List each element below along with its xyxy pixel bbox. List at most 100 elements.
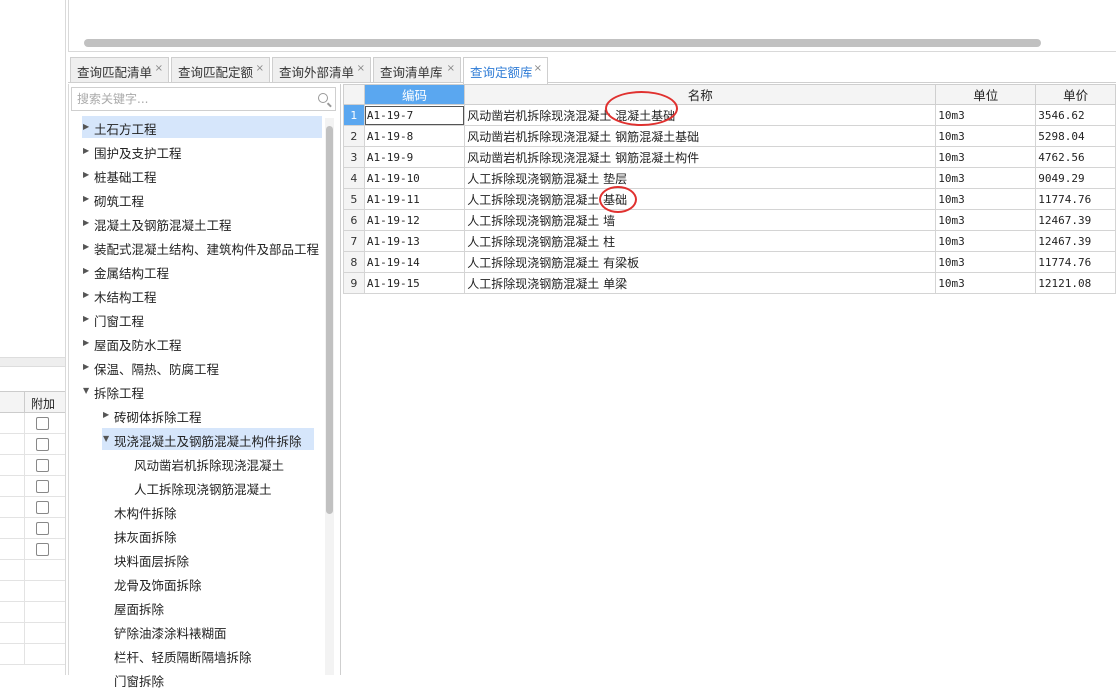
table-row[interactable]: 1 A1-19-7 风动凿岩机拆除现浇混凝土 混凝土基础 10m3 3546.62	[343, 104, 1116, 126]
search-icon[interactable]	[318, 93, 328, 103]
tree-scrollbar-thumb[interactable]	[326, 126, 333, 514]
cell-code[interactable]: A1-19-10	[363, 167, 466, 189]
attach-checkbox[interactable]	[36, 417, 49, 430]
close-icon[interactable]: ×	[155, 63, 163, 74]
cell-unit[interactable]: 10m3	[935, 188, 1037, 210]
tree-item[interactable]: ▶ 装配式混凝土结构、建筑构件及部品工程	[82, 236, 323, 258]
tree-item[interactable]: ▶ 砖砌体拆除工程	[102, 404, 206, 426]
tree-item[interactable]: 门窗拆除	[102, 668, 168, 690]
caret-right-icon[interactable]: ▶	[83, 170, 89, 179]
cell-price[interactable]: 12467.39	[1035, 209, 1116, 231]
cell-name[interactable]: 人工拆除现浇钢筋混凝土 柱	[464, 230, 937, 252]
cell-name[interactable]: 风动凿岩机拆除现浇混凝土 混凝土基础	[464, 104, 937, 126]
tree-item[interactable]: 铲除油漆涂料裱糊面	[102, 620, 231, 642]
attach-checkbox[interactable]	[36, 480, 49, 493]
caret-right-icon[interactable]: ▶	[83, 290, 89, 299]
cell-name[interactable]: 风动凿岩机拆除现浇混凝土 钢筋混凝土构件	[464, 146, 937, 168]
column-header-code[interactable]: 编码	[363, 84, 466, 105]
cell-code[interactable]: A1-19-8	[363, 125, 466, 147]
tab-query-quota-library[interactable]: 查询定额库 ×	[463, 57, 548, 84]
cell-name[interactable]: 人工拆除现浇钢筋混凝土 有梁板	[464, 251, 937, 273]
column-header-price[interactable]: 单价	[1035, 84, 1116, 105]
tree-item[interactable]: 龙骨及饰面拆除	[102, 572, 206, 594]
row-number[interactable]: 5	[343, 188, 365, 210]
attach-checkbox[interactable]	[36, 522, 49, 535]
caret-right-icon[interactable]: ▶	[83, 218, 89, 227]
tree-item[interactable]: 栏杆、轻质隔断隔墙拆除	[102, 644, 256, 666]
cell-code[interactable]: A1-19-7	[363, 104, 466, 126]
row-number[interactable]: 2	[343, 125, 365, 147]
tree-item[interactable]: ▶ 砌筑工程	[82, 188, 148, 210]
close-icon[interactable]: ×	[256, 63, 264, 74]
caret-down-icon[interactable]: ▼	[83, 386, 89, 395]
cell-unit[interactable]: 10m3	[935, 209, 1037, 231]
cell-unit[interactable]: 10m3	[935, 104, 1037, 126]
row-number[interactable]: 3	[343, 146, 365, 168]
attach-checkbox[interactable]	[36, 438, 49, 451]
cell-price[interactable]: 5298.04	[1035, 125, 1116, 147]
attach-checkbox[interactable]	[36, 543, 49, 556]
table-row[interactable]: 8 A1-19-14 人工拆除现浇钢筋混凝土 有梁板 10m3 11774.76	[343, 251, 1116, 273]
row-number[interactable]: 7	[343, 230, 365, 252]
cell-unit[interactable]: 10m3	[935, 167, 1037, 189]
caret-right-icon[interactable]: ▶	[83, 122, 89, 131]
row-number[interactable]: 8	[343, 251, 365, 273]
cell-price[interactable]: 12467.39	[1035, 230, 1116, 252]
cell-price[interactable]: 12121.08	[1035, 272, 1116, 294]
tree-item[interactable]: ▶ 保温、隔热、防腐工程	[82, 356, 223, 378]
row-number[interactable]: 6	[343, 209, 365, 231]
cell-unit[interactable]: 10m3	[935, 146, 1037, 168]
cell-code[interactable]: A1-19-15	[363, 272, 466, 294]
tree-item[interactable]: 木构件拆除	[102, 500, 181, 522]
tab-query-match-quota[interactable]: 查询匹配定额 ×	[171, 57, 270, 82]
caret-down-icon[interactable]: ▼	[103, 434, 109, 443]
table-row[interactable]: 9 A1-19-15 人工拆除现浇钢筋混凝土 单梁 10m3 12121.08	[343, 272, 1116, 294]
cell-unit[interactable]: 10m3	[935, 125, 1037, 147]
cell-code[interactable]: A1-19-13	[363, 230, 466, 252]
cell-name[interactable]: 人工拆除现浇钢筋混凝土 墙	[464, 209, 937, 231]
horizontal-scrollbar-thumb[interactable]	[84, 39, 1041, 47]
cell-code[interactable]: A1-19-9	[363, 146, 466, 168]
attach-checkbox[interactable]	[36, 501, 49, 514]
caret-right-icon[interactable]: ▶	[83, 362, 89, 371]
caret-right-icon[interactable]: ▶	[83, 242, 89, 251]
tree-item[interactable]: ▶ 门窗工程	[82, 308, 148, 330]
cell-unit[interactable]: 10m3	[935, 272, 1037, 294]
cell-code[interactable]: A1-19-14	[363, 251, 466, 273]
tree-item[interactable]: 风动凿岩机拆除现浇混凝土	[122, 452, 288, 474]
table-row[interactable]: 6 A1-19-12 人工拆除现浇钢筋混凝土 墙 10m3 12467.39	[343, 209, 1116, 231]
table-row[interactable]: 4 A1-19-10 人工拆除现浇钢筋混凝土 垫层 10m3 9049.29	[343, 167, 1116, 189]
caret-right-icon[interactable]: ▶	[83, 146, 89, 155]
table-row[interactable]: 3 A1-19-9 风动凿岩机拆除现浇混凝土 钢筋混凝土构件 10m3 4762.56	[343, 146, 1116, 168]
tree-item[interactable]: ▶ 桩基础工程	[82, 164, 161, 186]
cell-unit[interactable]: 10m3	[935, 251, 1037, 273]
table-row[interactable]: 7 A1-19-13 人工拆除现浇钢筋混凝土 柱 10m3 12467.39	[343, 230, 1116, 252]
tree-item[interactable]: ▼ 拆除工程	[82, 380, 148, 402]
caret-right-icon[interactable]: ▶	[83, 266, 89, 275]
tree-item[interactable]: 抹灰面拆除	[102, 524, 181, 546]
tree-item[interactable]: ▼ 现浇混凝土及钢筋混凝土构件拆除	[102, 428, 314, 450]
caret-right-icon[interactable]: ▶	[83, 314, 89, 323]
cell-price[interactable]: 11774.76	[1035, 251, 1116, 273]
tree-item[interactable]: ▶ 混凝土及钢筋混凝土工程	[82, 212, 236, 234]
tree-item[interactable]: ▶ 屋面及防水工程	[82, 332, 186, 354]
cell-name[interactable]: 人工拆除现浇钢筋混凝土 单梁	[464, 272, 937, 294]
row-number[interactable]: 4	[343, 167, 365, 189]
caret-right-icon[interactable]: ▶	[83, 194, 89, 203]
cell-name[interactable]: 风动凿岩机拆除现浇混凝土 钢筋混凝土基础	[464, 125, 937, 147]
tree-item[interactable]: ▶ 围护及支护工程	[82, 140, 186, 162]
tree-item[interactable]: 屋面拆除	[102, 596, 168, 618]
row-number[interactable]: 9	[343, 272, 365, 294]
tree-item[interactable]: ▶ 土石方工程	[82, 116, 322, 138]
table-row[interactable]: 5 A1-19-11 人工拆除现浇钢筋混凝土 基础 10m3 11774.76	[343, 188, 1116, 210]
row-number[interactable]: 1	[343, 104, 365, 126]
close-icon[interactable]: ×	[357, 63, 365, 74]
tree-item[interactable]: ▶ 金属结构工程	[82, 260, 173, 282]
cell-price[interactable]: 3546.62	[1035, 104, 1116, 126]
cell-price[interactable]: 9049.29	[1035, 167, 1116, 189]
column-header-unit[interactable]: 单位	[935, 84, 1037, 105]
attach-checkbox[interactable]	[36, 459, 49, 472]
tab-query-list-library[interactable]: 查询清单库 ×	[373, 57, 461, 82]
cell-unit[interactable]: 10m3	[935, 230, 1037, 252]
tree-item[interactable]: ▶ 木结构工程	[82, 284, 161, 306]
